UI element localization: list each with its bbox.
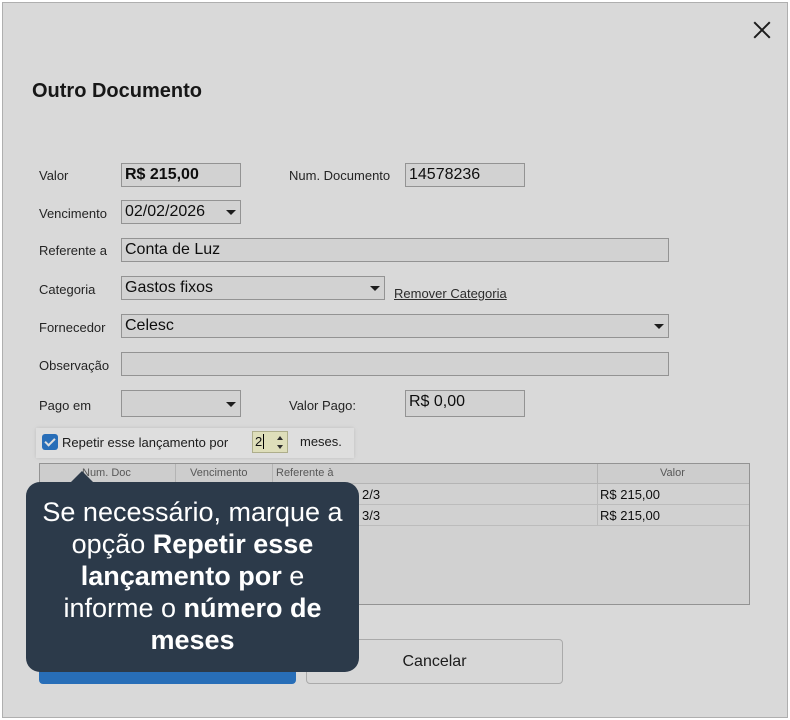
fornecedor-value: Celesc: [125, 317, 174, 334]
pago-em-label: Pago em: [39, 398, 92, 413]
repeat-checkbox[interactable]: [42, 434, 58, 450]
chevron-down-icon: [654, 324, 664, 329]
observacao-field[interactable]: [121, 352, 669, 376]
column-header: Valor: [660, 467, 685, 479]
chevron-up-icon[interactable]: [277, 436, 283, 440]
repeat-label: Repetir esse lançamento por: [62, 435, 229, 450]
parcela-cell: 3/3: [362, 508, 381, 523]
repeat-suffix: meses.: [300, 434, 342, 449]
chevron-down-icon: [226, 210, 236, 215]
valor-field[interactable]: R$ 215,00: [121, 163, 241, 187]
table-header: Num. Doc Vencimento Referente à Valor: [40, 464, 749, 484]
valor-cell: R$ 215,00: [600, 508, 660, 523]
num-documento-field[interactable]: 14578236: [405, 163, 525, 187]
column-header: Referente à: [276, 467, 334, 479]
chevron-down-icon: [370, 286, 380, 291]
categoria-select[interactable]: Gastos fixos: [121, 276, 385, 300]
column-divider: [175, 464, 176, 484]
valor-pago-label: Valor Pago:: [289, 398, 356, 413]
observacao-label: Observação: [39, 358, 110, 373]
tutorial-tooltip: Se necessário, marque a opção Repetir es…: [26, 471, 359, 672]
vencimento-select[interactable]: 02/02/2026: [121, 200, 241, 224]
column-divider: [597, 484, 598, 505]
vencimento-value: 02/02/2026: [125, 203, 206, 220]
categoria-label: Categoria: [39, 282, 96, 297]
referente-label: Referente a: [39, 243, 107, 258]
column-header: Vencimento: [190, 467, 248, 479]
fornecedor-label: Fornecedor: [39, 320, 106, 335]
column-divider: [597, 505, 598, 526]
categoria-value: Gastos fixos: [125, 279, 214, 296]
referente-field[interactable]: Conta de Luz: [121, 238, 669, 262]
repeat-option: Repetir esse lançamento por 2 meses.: [36, 428, 354, 458]
chevron-down-icon[interactable]: [277, 445, 283, 449]
valor-label: Valor: [39, 168, 69, 183]
remover-categoria-link[interactable]: Remover Categoria: [394, 286, 507, 301]
months-value: 2: [255, 434, 265, 449]
valor-cell: R$ 215,00: [600, 487, 660, 502]
parcela-cell: 2/3: [362, 487, 381, 502]
dialog-title: Outro Documento: [32, 80, 202, 102]
valor-pago-field[interactable]: R$ 0,00: [405, 390, 525, 417]
column-divider: [272, 464, 273, 484]
chevron-down-icon: [226, 402, 236, 407]
vencimento-label: Vencimento: [39, 206, 107, 221]
num-documento-label: Num. Documento: [289, 168, 391, 183]
months-stepper[interactable]: 2: [252, 431, 288, 453]
pago-em-select[interactable]: [121, 390, 241, 417]
close-icon[interactable]: [749, 17, 775, 43]
column-divider: [597, 464, 598, 484]
fornecedor-select[interactable]: Celesc: [121, 314, 669, 338]
